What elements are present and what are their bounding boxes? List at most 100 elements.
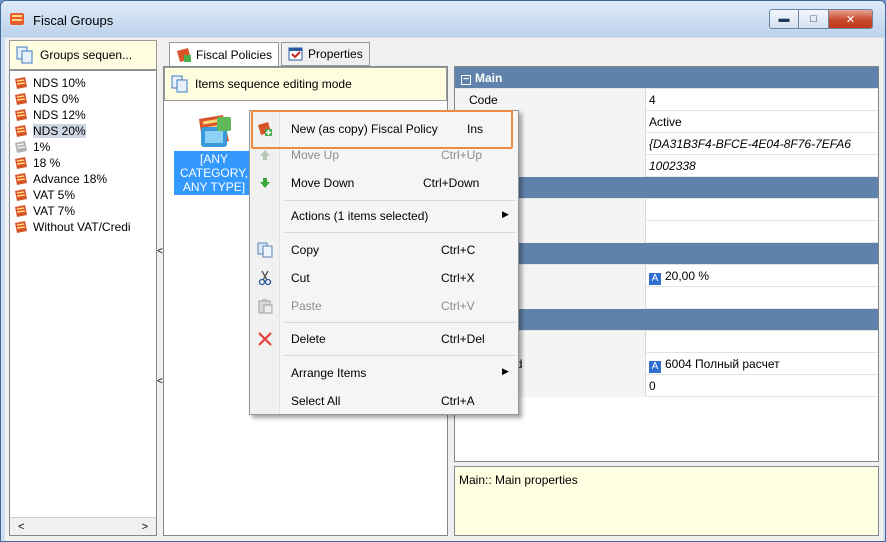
list-item[interactable]: NDS 20% (14, 123, 86, 139)
fiscal-group-icon (15, 205, 27, 217)
menu-label: Actions (1 items selected) (291, 209, 429, 223)
tile-caption: [ANY CATEGORY, ANY TYPE] (174, 151, 254, 195)
group-label: NDS 12% (33, 108, 86, 122)
fiscal-group-icon (15, 173, 27, 185)
property-value: 0 (649, 379, 656, 393)
description-panel: Main:: Main properties (454, 466, 879, 536)
close-button[interactable]: ✕ (829, 9, 873, 29)
list-item[interactable]: NDS 10% (14, 75, 86, 91)
center-tabs: Fiscal Policies Properties (169, 42, 372, 66)
property-value: 1002338 (649, 159, 696, 173)
fiscal-app-icon (10, 13, 24, 25)
menu-shortcut: Ctrl+V (441, 299, 475, 313)
sequence-mode-bar: Items sequence editing mode (164, 67, 447, 101)
window-title: Fiscal Groups (33, 13, 114, 28)
property-value: Active (649, 115, 682, 129)
tab-properties[interactable]: Properties (281, 42, 370, 66)
horizontal-scrollbar[interactable]: < > (10, 517, 156, 535)
arrow-up-icon (260, 150, 270, 160)
title-bar[interactable]: Fiscal Groups ▬ □ ✕ (1, 1, 885, 37)
menu-shortcut: Ctrl+Del (441, 332, 485, 346)
category-label: − Main (461, 71, 636, 85)
list-item[interactable]: VAT 7% (14, 203, 75, 219)
menu-item-copy[interactable]: Copy Ctrl+C (250, 238, 518, 262)
fiscal-group-icon (15, 109, 27, 121)
collapse-icon[interactable]: − (461, 75, 471, 85)
properties-icon (288, 47, 303, 61)
menu-label: Select All (291, 394, 341, 408)
context-menu: New (as copy) Fiscal Policy Ins Move Up … (249, 110, 519, 415)
main-category-row[interactable]: − Main (455, 67, 878, 89)
maximize-button[interactable]: □ (799, 9, 829, 29)
list-item[interactable]: 18 % (14, 155, 60, 171)
menu-label: Move Up (291, 148, 340, 162)
property-row[interactable]: Code 4 (455, 89, 878, 111)
menu-shortcut: Ctrl+A (441, 394, 475, 408)
list-item[interactable]: Without VAT/Credi (14, 219, 131, 235)
mode-label: Items sequence editing mode (195, 77, 352, 91)
tab-label: Fiscal Policies (196, 47, 273, 62)
scroll-left-arrow[interactable]: < (18, 521, 24, 533)
delete-icon (258, 332, 272, 346)
menu-label: Move Down (291, 176, 355, 190)
property-key: Code (469, 93, 498, 107)
copy-icon (257, 242, 273, 258)
minimize-button[interactable]: ▬ (769, 9, 799, 29)
menu-item-select-all[interactable]: Select All Ctrl+A (250, 389, 518, 413)
property-value: 4 (649, 93, 656, 107)
group-label: Without VAT/Credi (33, 220, 131, 234)
payment-method-value: 6004 Полный расчет (665, 357, 780, 371)
main-header: Main (475, 71, 503, 85)
pages-icon (16, 46, 33, 64)
menu-item-move-down[interactable]: Move Down Ctrl+Down (250, 171, 518, 195)
panel-splitter[interactable]: < < (157, 70, 163, 536)
groups-sequence-tab[interactable]: Groups sequen... (9, 40, 157, 70)
list-item[interactable]: NDS 0% (14, 91, 79, 107)
group-label: Advance 18% (33, 172, 108, 186)
group-label: NDS 0% (33, 92, 80, 106)
auto-value-icon: A (649, 361, 661, 373)
list-item[interactable]: Advance 18% (14, 171, 107, 187)
menu-item-paste[interactable]: Paste Ctrl+V (250, 294, 518, 318)
arrow-down-icon (260, 178, 270, 188)
pages-icon (171, 75, 188, 93)
submenu-arrow-icon: ▶ (502, 366, 509, 376)
cut-icon (258, 270, 272, 286)
collapse-left-arrow[interactable]: < (157, 246, 163, 257)
group-label: NDS 20% (33, 124, 86, 138)
fiscal-group-icon (15, 77, 27, 89)
property-value: A 6004 Полный расчет (649, 357, 780, 373)
menu-separator (284, 322, 516, 323)
list-item[interactable]: VAT 5% (14, 187, 75, 203)
tab-label: Properties (308, 47, 363, 61)
menu-shortcut: Ctrl+X (441, 271, 475, 285)
collapse-left-arrow[interactable]: < (157, 376, 163, 387)
group-label: 18 % (33, 156, 61, 170)
fiscal-policy-icon (199, 115, 231, 147)
property-value: {DA31B3F4-BFCE-4E04-8F76-7EFA6 (649, 137, 851, 151)
fiscal-group-icon (15, 93, 27, 105)
menu-label: Delete (291, 332, 326, 346)
menu-item-cut[interactable]: Cut Ctrl+X (250, 266, 518, 290)
fiscal-policy-tile[interactable]: [ANY CATEGORY, ANY TYPE] (174, 113, 254, 195)
scroll-right-arrow[interactable]: > (142, 521, 148, 533)
fiscal-group-icon (15, 157, 27, 169)
tab-fiscal-policies[interactable]: Fiscal Policies (169, 42, 280, 66)
property-value: A 20,00 % (649, 269, 709, 285)
description-text: Main:: Main properties (459, 473, 578, 487)
group-label: VAT 5% (33, 188, 76, 202)
paste-icon (258, 299, 273, 314)
auto-value-icon: A (649, 273, 661, 285)
menu-label: Arrange Items (291, 366, 367, 380)
menu-item-arrange[interactable]: Arrange Items ▶ (250, 361, 518, 385)
menu-label: Cut (291, 271, 310, 285)
group-label: 1% (33, 140, 51, 154)
menu-separator (284, 232, 516, 233)
groups-list[interactable]: NDS 10% NDS 0% NDS 12% NDS 20% 1% 18 % A… (9, 70, 157, 536)
list-item[interactable]: NDS 12% (14, 107, 86, 123)
list-item[interactable]: 1% (14, 139, 50, 155)
window-controls: ▬ □ ✕ (769, 9, 873, 29)
menu-item-delete[interactable]: Delete Ctrl+Del (250, 327, 518, 351)
menu-shortcut: Ctrl+C (441, 243, 476, 257)
menu-item-actions[interactable]: Actions (1 items selected) ▶ (250, 204, 518, 228)
